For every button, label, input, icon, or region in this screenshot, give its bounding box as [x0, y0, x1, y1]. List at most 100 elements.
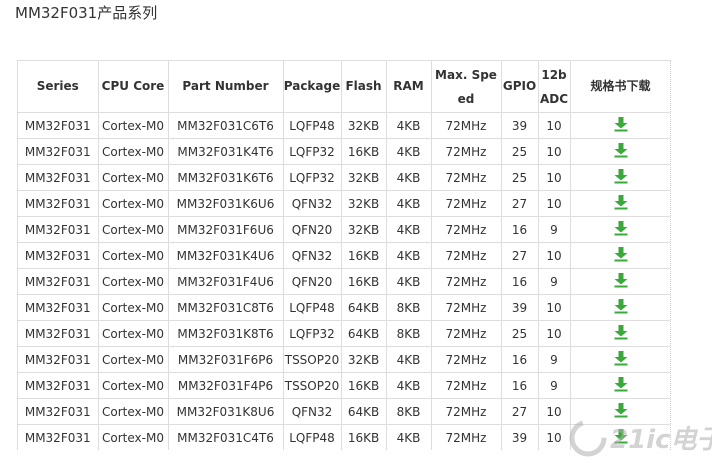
- cell-datasheet-download: [569, 216, 670, 243]
- cell-flash: 16KB: [340, 138, 387, 165]
- table-row: MM32F031 Cortex-M0 MM32F031K4T6 LQFP32 1…: [18, 138, 670, 165]
- column-header-gpio: GPIO: [500, 61, 539, 113]
- cell-flash: 32KB: [340, 190, 387, 217]
- cell-package: LQFP32: [282, 138, 342, 165]
- cell-cpu-core: Cortex-M0: [97, 242, 169, 269]
- cell-cpu-core: Cortex-M0: [97, 294, 169, 321]
- cell-cpu-core: Cortex-M0: [97, 320, 169, 347]
- cell-gpio: 16: [500, 216, 539, 243]
- cell-series: MM32F031: [18, 138, 99, 165]
- table-row: MM32F031 Cortex-M0 MM32F031C8T6 LQFP48 6…: [18, 294, 670, 321]
- column-header-datasheet: 规格书下载: [569, 61, 670, 113]
- product-table: Series CPU Core Part Number Package Flas…: [18, 61, 670, 450]
- cell-series: MM32F031: [18, 112, 99, 139]
- cell-ram: 8KB: [385, 320, 432, 347]
- cell-ram: 4KB: [385, 372, 432, 399]
- cell-max-speed: 72MHz: [430, 216, 502, 243]
- cell-flash: 16KB: [340, 242, 387, 269]
- cell-gpio: 39: [500, 294, 539, 321]
- download-icon[interactable]: [613, 376, 629, 395]
- cell-flash: 16KB: [340, 424, 387, 450]
- table-row: MM32F031 Cortex-M0 MM32F031K8U6 QFN32 64…: [18, 398, 670, 425]
- cell-datasheet-download: [569, 424, 670, 450]
- cell-cpu-core: Cortex-M0: [97, 112, 169, 139]
- cell-part-number: MM32F031C4T6: [167, 424, 284, 450]
- cell-gpio: 27: [500, 242, 539, 269]
- cell-max-speed: 72MHz: [430, 164, 502, 191]
- cell-part-number: MM32F031F6P6: [167, 346, 284, 373]
- cell-datasheet-download: [569, 268, 670, 295]
- cell-adc: 10: [537, 398, 571, 425]
- cell-adc: 10: [537, 424, 571, 450]
- cell-adc: 10: [537, 112, 571, 139]
- cell-cpu-core: Cortex-M0: [97, 268, 169, 295]
- cell-adc: 9: [537, 372, 571, 399]
- download-icon[interactable]: [613, 402, 629, 421]
- cell-flash: 64KB: [340, 398, 387, 425]
- download-icon[interactable]: [613, 272, 629, 291]
- cell-series: MM32F031: [18, 164, 99, 191]
- cell-series: MM32F031: [18, 346, 99, 373]
- cell-gpio: 27: [500, 190, 539, 217]
- cell-adc: 9: [537, 268, 571, 295]
- cell-adc: 10: [537, 242, 571, 269]
- cell-datasheet-download: [569, 138, 670, 165]
- cell-series: MM32F031: [18, 190, 99, 217]
- cell-max-speed: 72MHz: [430, 320, 502, 347]
- cell-package: QFN32: [282, 398, 342, 425]
- column-header-ram: RAM: [385, 61, 432, 113]
- cell-flash: 32KB: [340, 112, 387, 139]
- cell-ram: 4KB: [385, 190, 432, 217]
- cell-flash: 64KB: [340, 294, 387, 321]
- cell-part-number: MM32F031F4P6: [167, 372, 284, 399]
- cell-ram: 4KB: [385, 112, 432, 139]
- table-row: MM32F031 Cortex-M0 MM32F031F4U6 QFN20 16…: [18, 268, 670, 295]
- download-icon[interactable]: [613, 324, 629, 343]
- cell-ram: 4KB: [385, 242, 432, 269]
- cell-part-number: MM32F031K4T6: [167, 138, 284, 165]
- cell-ram: 4KB: [385, 346, 432, 373]
- cell-datasheet-download: [569, 164, 670, 191]
- cell-gpio: 25: [500, 320, 539, 347]
- cell-adc: 10: [537, 138, 571, 165]
- cell-ram: 4KB: [385, 164, 432, 191]
- cell-series: MM32F031: [18, 424, 99, 450]
- cell-part-number: MM32F031F6U6: [167, 216, 284, 243]
- cell-ram: 8KB: [385, 398, 432, 425]
- cell-datasheet-download: [569, 294, 670, 321]
- download-icon[interactable]: [613, 168, 629, 187]
- table-row: MM32F031 Cortex-M0 MM32F031F6U6 QFN20 32…: [18, 216, 670, 243]
- cell-cpu-core: Cortex-M0: [97, 424, 169, 450]
- cell-datasheet-download: [569, 372, 670, 399]
- cell-part-number: MM32F031K6T6: [167, 164, 284, 191]
- cell-series: MM32F031: [18, 372, 99, 399]
- cell-package: LQFP48: [282, 424, 342, 450]
- table-row: MM32F031 Cortex-M0 MM32F031F6P6 TSSOP20 …: [18, 346, 670, 373]
- download-icon[interactable]: [613, 194, 629, 213]
- download-icon[interactable]: [613, 350, 629, 369]
- table-row: MM32F031 Cortex-M0 MM32F031C6T6 LQFP48 3…: [18, 112, 670, 139]
- download-icon[interactable]: [613, 142, 629, 161]
- cell-ram: 4KB: [385, 138, 432, 165]
- cell-adc: 10: [537, 190, 571, 217]
- cell-adc: 9: [537, 216, 571, 243]
- cell-max-speed: 72MHz: [430, 190, 502, 217]
- table-row: MM32F031 Cortex-M0 MM32F031K6U6 QFN32 32…: [18, 190, 670, 217]
- cell-package: LQFP48: [282, 294, 342, 321]
- cell-part-number: MM32F031K4U6: [167, 242, 284, 269]
- table-row: MM32F031 Cortex-M0 MM32F031K6T6 LQFP32 3…: [18, 164, 670, 191]
- download-icon[interactable]: [613, 246, 629, 265]
- table-row: MM32F031 Cortex-M0 MM32F031K4U6 QFN32 16…: [18, 242, 670, 269]
- download-icon[interactable]: [613, 116, 629, 135]
- cell-ram: 4KB: [385, 216, 432, 243]
- column-header-package: Package: [282, 61, 342, 113]
- cell-ram: 4KB: [385, 424, 432, 450]
- download-icon[interactable]: [613, 298, 629, 317]
- cell-max-speed: 72MHz: [430, 268, 502, 295]
- table-row: MM32F031 Cortex-M0 MM32F031C4T6 LQFP48 1…: [18, 424, 670, 450]
- download-icon[interactable]: [613, 428, 629, 447]
- cell-gpio: 16: [500, 268, 539, 295]
- cell-datasheet-download: [569, 398, 670, 425]
- cell-series: MM32F031: [18, 242, 99, 269]
- download-icon[interactable]: [613, 220, 629, 239]
